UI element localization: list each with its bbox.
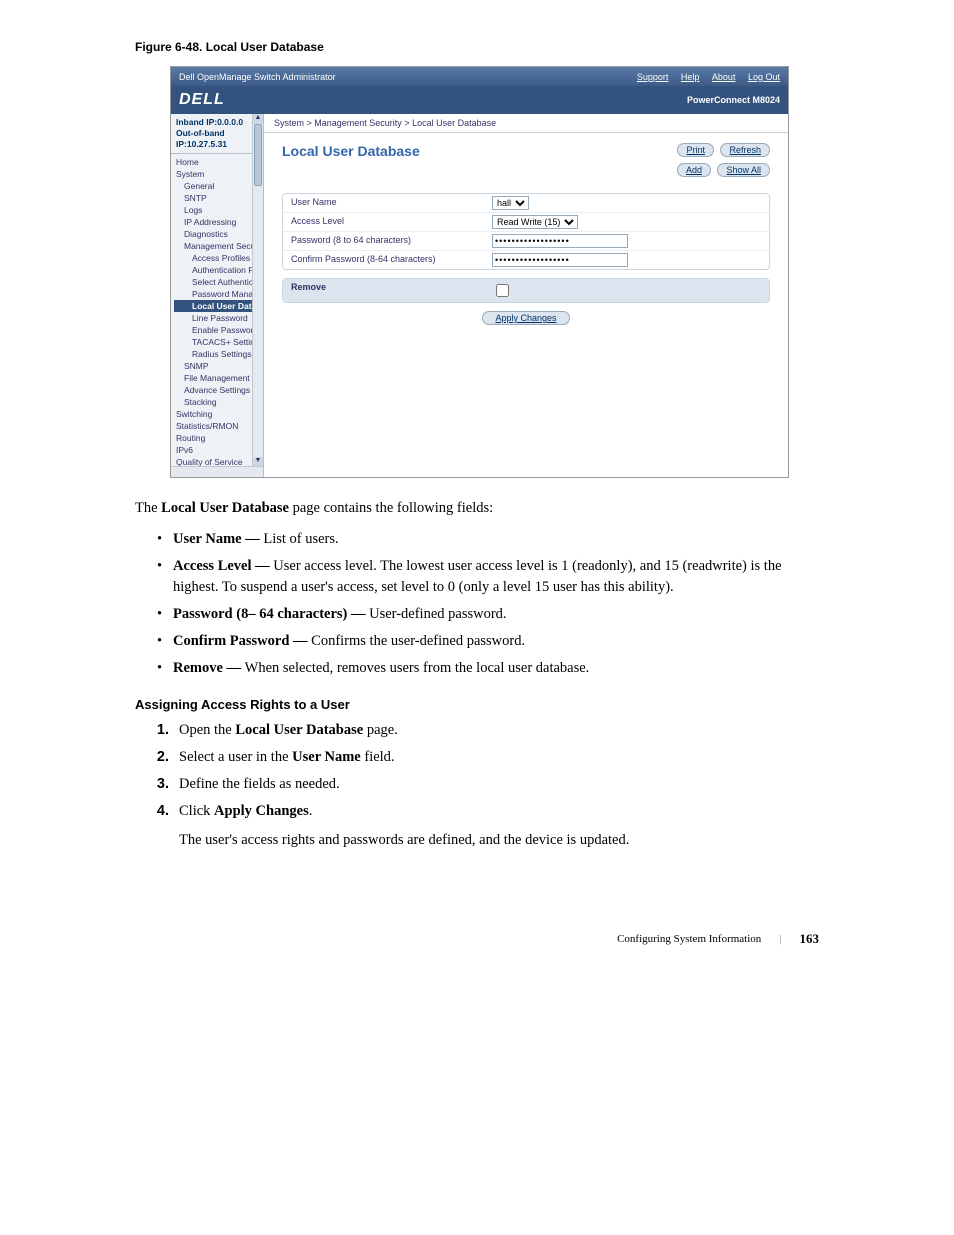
link-about[interactable]: About: [712, 72, 736, 82]
figure-caption: Figure 6-48. Local User Database: [135, 40, 819, 54]
tree-item[interactable]: File Management: [174, 372, 263, 384]
action-buttons: Print Refresh Add Show All: [673, 143, 770, 183]
tree-item[interactable]: Local User Data: [174, 300, 263, 312]
tree-item[interactable]: Line Password: [174, 312, 263, 324]
link-logout[interactable]: Log Out: [748, 72, 780, 82]
label-password: Password (8 to 64 characters): [283, 232, 484, 250]
tree-item[interactable]: Switching: [174, 408, 263, 420]
logo-bar: DELL PowerConnect M8024: [171, 86, 788, 114]
tree-item[interactable]: Access Profiles: [174, 252, 263, 264]
link-support[interactable]: Support: [637, 72, 669, 82]
footer-page-number: 163: [800, 931, 820, 947]
tree-item[interactable]: Statistics/RMON: [174, 420, 263, 432]
inband-ip: Inband IP:0.0.0.0: [176, 117, 258, 128]
tree-item[interactable]: Management Secur: [174, 240, 263, 252]
select-username[interactable]: hall: [492, 196, 529, 210]
step-item: Open the Local User Database page.: [173, 720, 819, 741]
step-item: Click Apply Changes.: [173, 801, 819, 822]
tree-item[interactable]: Enable Passwor: [174, 324, 263, 336]
apply-changes-button[interactable]: Apply Changes: [482, 311, 569, 325]
model-label: PowerConnect M8024: [687, 95, 780, 105]
tree-item[interactable]: SNMP: [174, 360, 263, 372]
intro-paragraph: The Local User Database page contains th…: [135, 498, 819, 519]
intro-suffix: page contains the following fields:: [289, 500, 493, 516]
sidebar-scrollbar-h[interactable]: [171, 466, 263, 477]
showall-button[interactable]: Show All: [717, 163, 770, 177]
add-button[interactable]: Add: [677, 163, 711, 177]
tree-item[interactable]: Routing: [174, 432, 263, 444]
page-title: Local User Database: [282, 143, 420, 159]
tree-item[interactable]: Authentication P: [174, 264, 263, 276]
tree-item[interactable]: SNTP: [174, 192, 263, 204]
label-username: User Name: [283, 194, 484, 212]
user-form: User Name hall Access Level Read Write (…: [282, 193, 770, 270]
app-title: Dell OpenManage Switch Administrator: [179, 72, 336, 82]
intro-bold: Local User Database: [161, 500, 289, 516]
label-accesslevel: Access Level: [283, 213, 484, 231]
sidebar: Inband IP:0.0.0.0 Out-of-band IP:10.27.5…: [171, 114, 264, 477]
label-confirm: Confirm Password (8-64 characters): [283, 251, 484, 269]
tree-item[interactable]: Select Authentic: [174, 276, 263, 288]
print-button[interactable]: Print: [677, 143, 714, 157]
tree-item[interactable]: System: [174, 168, 263, 180]
tree-item[interactable]: IP Addressing: [174, 216, 263, 228]
step-item: Define the fields as needed.: [173, 774, 819, 795]
tree-item[interactable]: General: [174, 180, 263, 192]
tree-item[interactable]: Logs: [174, 204, 263, 216]
footer-divider: |: [779, 933, 781, 945]
intro-prefix: The: [135, 500, 161, 516]
tree-item[interactable]: Diagnostics: [174, 228, 263, 240]
nav-tree: HomeSystemGeneralSNTPLogsIP AddressingDi…: [171, 154, 263, 470]
bullet-item: User Name — List of users.: [173, 529, 819, 550]
bullet-item: Confirm Password — Confirms the user-def…: [173, 631, 819, 652]
step-item: Select a user in the User Name field.: [173, 747, 819, 768]
sidebar-scrollbar[interactable]: ▲ ▼: [252, 114, 263, 467]
tree-item[interactable]: Stacking: [174, 396, 263, 408]
refresh-button[interactable]: Refresh: [720, 143, 770, 157]
tree-item[interactable]: Password Manag: [174, 288, 263, 300]
field-bullet-list: User Name — List of users. Access Level —…: [173, 529, 819, 679]
page-footer: Configuring System Information | 163: [135, 931, 819, 947]
select-accesslevel[interactable]: Read Write (15): [492, 215, 578, 229]
footer-section: Configuring System Information: [617, 933, 761, 945]
bullet-item: Remove — When selected, removes users fr…: [173, 658, 819, 679]
label-remove: Remove: [283, 279, 484, 302]
bullet-item: Access Level — User access level. The lo…: [173, 556, 819, 598]
tree-item[interactable]: Home: [174, 156, 263, 168]
ip-info: Inband IP:0.0.0.0 Out-of-band IP:10.27.5…: [171, 114, 263, 154]
checkbox-remove[interactable]: [496, 284, 509, 297]
content-pane: System > Management Security > Local Use…: [264, 114, 788, 477]
remove-form: Remove: [282, 278, 770, 303]
step-followup: The user's access rights and passwords a…: [179, 830, 819, 851]
link-help[interactable]: Help: [681, 72, 700, 82]
window-titlebar: Dell OpenManage Switch Administrator Sup…: [171, 67, 788, 86]
bullet-item: Password (8– 64 characters) — User-defin…: [173, 604, 819, 625]
outband-ip: Out-of-band IP:10.27.5.31: [176, 128, 258, 150]
tree-item[interactable]: TACACS+ Settin: [174, 336, 263, 348]
titlebar-links: Support Help About Log Out: [627, 72, 780, 82]
screenshot-local-user-database: Dell OpenManage Switch Administrator Sup…: [170, 66, 789, 478]
tree-item[interactable]: Radius Settings: [174, 348, 263, 360]
scroll-thumb[interactable]: [254, 124, 262, 186]
tree-item[interactable]: Advance Settings: [174, 384, 263, 396]
scroll-up-icon[interactable]: ▲: [253, 114, 263, 124]
section-heading: Assigning Access Rights to a User: [135, 697, 819, 712]
input-confirm-password[interactable]: [492, 253, 628, 267]
input-password[interactable]: [492, 234, 628, 248]
breadcrumb: System > Management Security > Local Use…: [264, 114, 788, 133]
procedure-steps: Open the Local User Database page. Select…: [157, 720, 819, 822]
dell-logo: DELL: [179, 91, 225, 109]
tree-item[interactable]: IPv6: [174, 444, 263, 456]
